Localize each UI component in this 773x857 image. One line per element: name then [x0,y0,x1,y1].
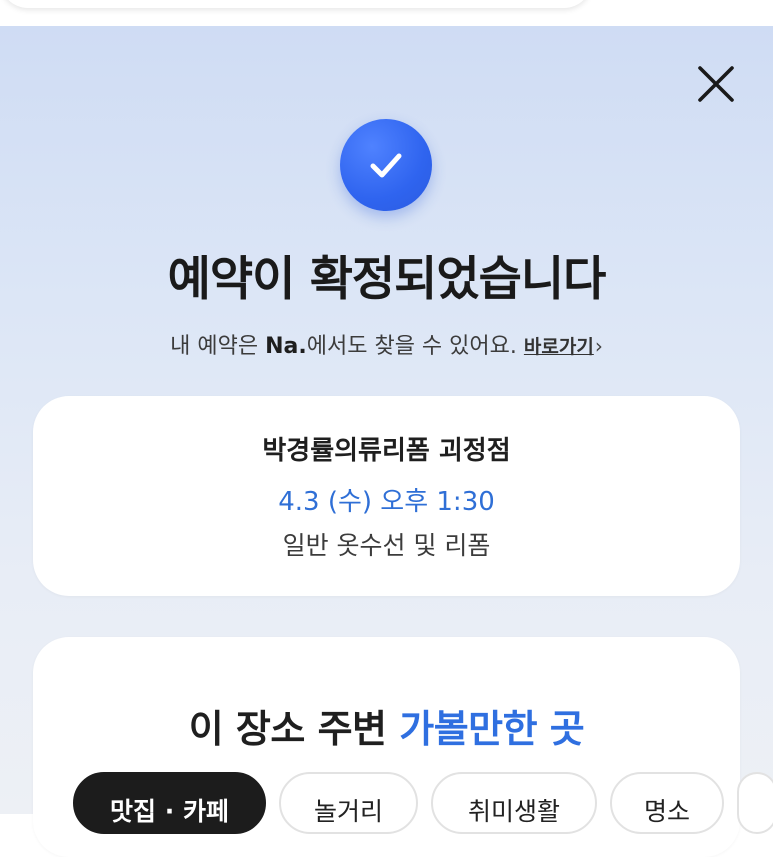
underlying-card [0,0,592,8]
reservation-info-line: 내 예약은 Na.에서도 찾을 수 있어요. 바로가기› [0,328,773,360]
close-button[interactable] [692,60,740,108]
close-icon [698,66,734,102]
shortcut-link[interactable]: 바로가기 [524,336,594,358]
subline-suffix: 에서도 찾을 수 있어요. [306,334,517,359]
tab-landmarks[interactable]: 명소 [610,772,724,834]
confirmation-title: 예약이 확정되었습니다 [167,252,607,307]
tab-activities[interactable]: 놀거리 [279,772,418,834]
tab-food-cafe[interactable]: 맛집 · 카페 [73,772,266,834]
chevron-right-icon: › [594,334,603,358]
tab-hobbies[interactable]: 취미생활 [431,772,597,834]
confirmation-badge [340,119,432,211]
reservation-datetime: 4.3 (수) 오후 1:30 [278,487,495,517]
nearby-title-prefix: 이 장소 주변 [188,707,400,751]
store-name: 박경률의류리폼 괴정점 [262,436,511,466]
checkmark-icon [370,153,402,178]
service-name: 일반 옷수선 및 리폼 [282,531,491,560]
nearby-title: 이 장소 주변 가볼만한 곳 [0,698,773,753]
subline-prefix: 내 예약은 [170,334,266,359]
brand-name: Na. [265,334,307,359]
tab-more[interactable] [737,772,773,834]
nearby-title-highlight: 가볼만한 곳 [399,707,585,751]
